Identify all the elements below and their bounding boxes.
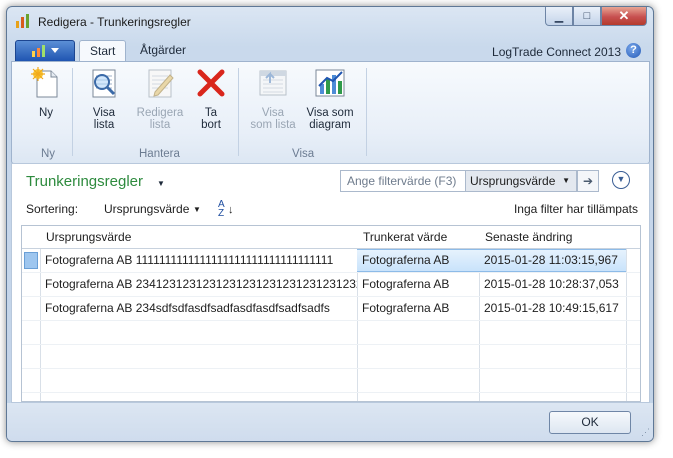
group-separator xyxy=(238,68,239,156)
column-header-original[interactable]: Ursprungsvärde xyxy=(40,226,357,248)
filter-input[interactable]: Ange filtervärde (F3) xyxy=(340,170,468,192)
ok-button[interactable]: OK xyxy=(549,411,631,434)
sorting-label: Sortering: xyxy=(26,202,79,216)
view-as-list-label-2: som lista xyxy=(250,119,296,131)
page-title[interactable]: Trunkeringsregler xyxy=(26,173,143,190)
table-row[interactable]: Fotograferna AB 234123123123123123123123… xyxy=(22,273,640,297)
group-label-visa: Visa xyxy=(292,148,315,160)
cell-modified: 2015-01-28 10:28:37,053 xyxy=(484,277,619,291)
tab-atgarder[interactable]: Åtgärder xyxy=(130,40,196,61)
new-button[interactable]: Ny xyxy=(26,66,66,119)
empty-row xyxy=(22,345,640,369)
minimize-button[interactable]: ▁ xyxy=(545,7,573,26)
new-document-icon xyxy=(31,67,58,98)
table-row[interactable]: Fotograferna AB 111111111111111111111111… xyxy=(22,249,640,273)
cell-original: Fotograferna AB 234sdfsdfasdfsadfasdfasd… xyxy=(45,301,330,315)
view-list-label-2: lista xyxy=(93,119,115,131)
cell-modified: 2015-01-28 10:49:15,617 xyxy=(484,301,619,315)
cell-truncated: Fotograferna AB xyxy=(362,301,450,315)
delete-label-2: bort xyxy=(201,119,221,131)
maximize-button[interactable]: □ xyxy=(573,7,601,26)
column-header-modified[interactable]: Senaste ändring xyxy=(479,226,626,248)
view-as-chart-button[interactable]: Visa som diagram xyxy=(302,66,358,131)
dynamics-menu-icon xyxy=(32,45,45,57)
group-label-hantera: Hantera xyxy=(139,148,180,160)
sort-direction-arrow-icon[interactable]: ↓ xyxy=(228,204,234,216)
window-title: Redigera - Trunkeringsregler xyxy=(38,15,191,29)
delete-label-1: Ta xyxy=(204,107,218,119)
dynamics-logo-icon xyxy=(16,14,29,28)
view-list-label-1: Visa xyxy=(92,107,116,119)
filter-field-value: Ursprungsvärde xyxy=(470,174,556,188)
empty-row xyxy=(22,369,640,393)
resize-grip-icon[interactable]: ⋰ xyxy=(641,427,650,438)
title-menu-chevron-icon[interactable]: ▼ xyxy=(157,179,165,188)
view-list-button[interactable]: Visa lista xyxy=(82,66,126,131)
data-grid: Ursprungsvärde Trunkerat värde Senaste ä… xyxy=(21,225,641,402)
column-header-truncated[interactable]: Trunkerat värde xyxy=(357,226,479,248)
ribbon-tabs: Start Åtgärder LogTrade Connect 2013 ? xyxy=(7,37,653,62)
close-button[interactable]: ✕ xyxy=(601,7,647,26)
title-bar[interactable]: Redigera - Trunkeringsregler ▁ □ ✕ xyxy=(7,7,653,37)
ribbon: Ny Ny Visa lista Redigera lista Ta bort … xyxy=(11,61,650,164)
dialog-footer: OK ⋰ xyxy=(7,403,653,441)
view-as-list-label-1: Visa xyxy=(261,107,285,119)
grid-header: Ursprungsvärde Trunkerat värde Senaste ä… xyxy=(22,226,640,249)
window-controls: ▁ □ ✕ xyxy=(545,7,647,26)
chevron-down-icon[interactable]: ▼ xyxy=(193,205,201,214)
group-separator xyxy=(72,68,73,156)
filter-field-select[interactable]: Ursprungsvärde ▼ xyxy=(465,170,577,192)
row-selector[interactable] xyxy=(22,297,40,320)
view-as-chart-label-2: diagram xyxy=(309,119,351,131)
sorting-field-select[interactable]: Ursprungsvärde xyxy=(104,202,189,216)
new-button-label: Ny xyxy=(38,107,54,119)
view-as-list-icon xyxy=(259,70,287,96)
row-selector[interactable] xyxy=(22,273,40,296)
chevron-down-icon xyxy=(51,48,59,53)
group-label-ny: Ny xyxy=(41,148,56,160)
application-menu-button[interactable] xyxy=(15,40,75,62)
chevron-down-icon: ▼ xyxy=(562,176,570,185)
cell-original: Fotograferna AB 111111111111111111111111… xyxy=(45,253,334,267)
view-list-icon xyxy=(92,69,116,98)
cell-truncated: Fotograferna AB xyxy=(362,253,450,267)
delete-button[interactable]: Ta bort xyxy=(192,66,230,131)
view-as-list-button[interactable]: Visa som lista xyxy=(246,66,300,131)
edit-list-button[interactable]: Redigera lista xyxy=(132,66,188,131)
cell-truncated: Fotograferna AB xyxy=(362,277,450,291)
edit-list-label-1: Redigera xyxy=(136,107,184,119)
sort-order-icon[interactable]: AZ xyxy=(218,200,225,219)
chart-icon xyxy=(315,69,345,97)
view-as-chart-label-1: Visa som xyxy=(306,107,354,119)
expand-filter-icon[interactable]: ▼ xyxy=(612,171,630,189)
edit-list-icon xyxy=(148,69,174,98)
edit-list-label-2: lista xyxy=(149,119,171,131)
apply-filter-arrow-icon[interactable]: ➔ xyxy=(577,170,599,192)
cell-modified: 2015-01-28 11:03:15,967 xyxy=(484,253,618,267)
delete-icon xyxy=(197,69,225,97)
filter-status: Inga filter har tillämpats xyxy=(513,202,638,216)
row-selector[interactable] xyxy=(22,249,40,272)
cell-original: Fotograferna AB 234123123123123123123123… xyxy=(45,277,357,291)
empty-row xyxy=(22,321,640,345)
list-page: Trunkeringsregler ▼ Ange filtervärde (F3… xyxy=(11,163,650,403)
tab-start[interactable]: Start xyxy=(79,40,127,62)
group-separator xyxy=(366,68,367,156)
help-icon[interactable]: ? xyxy=(626,43,641,58)
product-name: LogTrade Connect 2013 xyxy=(492,45,621,59)
dialog-window: Redigera - Trunkeringsregler ▁ □ ✕ Start… xyxy=(6,6,654,442)
table-row[interactable]: Fotograferna AB 234sdfsdfasdfsadfasdfasd… xyxy=(22,297,640,321)
